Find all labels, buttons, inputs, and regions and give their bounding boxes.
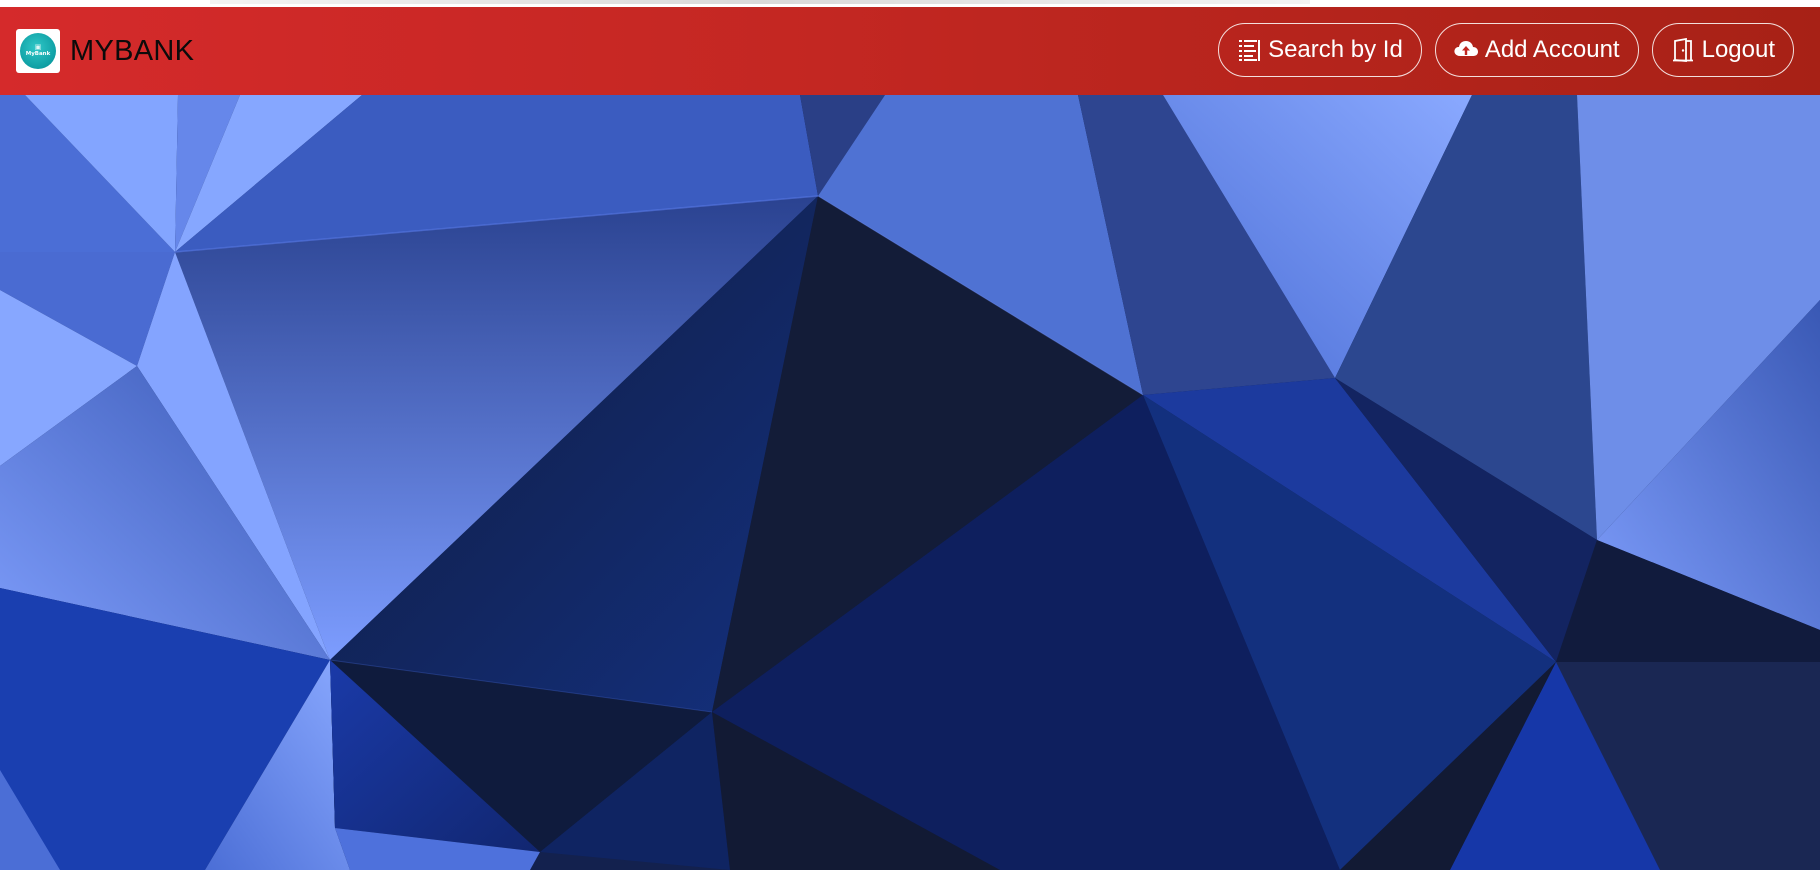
nav-actions: Search by Id Add Account Logout: [1218, 23, 1794, 77]
list-icon: [1236, 37, 1262, 63]
logo-badge: ▣ MyBank: [20, 33, 56, 69]
search-by-id-label: Search by Id: [1268, 36, 1403, 63]
bank-icon: ▣: [34, 43, 42, 51]
browser-top-strip: [0, 0, 1820, 7]
bank-logo: ▣ MyBank: [16, 29, 60, 73]
hero-background: [0, 95, 1820, 870]
loading-bar: [210, 0, 1310, 4]
logout-label: Logout: [1701, 36, 1775, 63]
logout-button[interactable]: Logout: [1651, 23, 1794, 77]
door-icon: [1670, 37, 1696, 63]
cloud-upload-icon: [1453, 37, 1479, 63]
brand[interactable]: ▣ MyBank MYBANK: [16, 28, 194, 74]
add-account-button[interactable]: Add Account: [1434, 23, 1639, 77]
brand-name: MYBANK: [70, 34, 195, 67]
navbar: ▣ MyBank MYBANK Search by Id Add Account…: [0, 7, 1820, 95]
logo-text: MyBank: [25, 51, 51, 57]
polygon-pattern: [0, 95, 1820, 870]
search-by-id-button[interactable]: Search by Id: [1218, 23, 1422, 77]
add-account-label: Add Account: [1484, 36, 1620, 63]
